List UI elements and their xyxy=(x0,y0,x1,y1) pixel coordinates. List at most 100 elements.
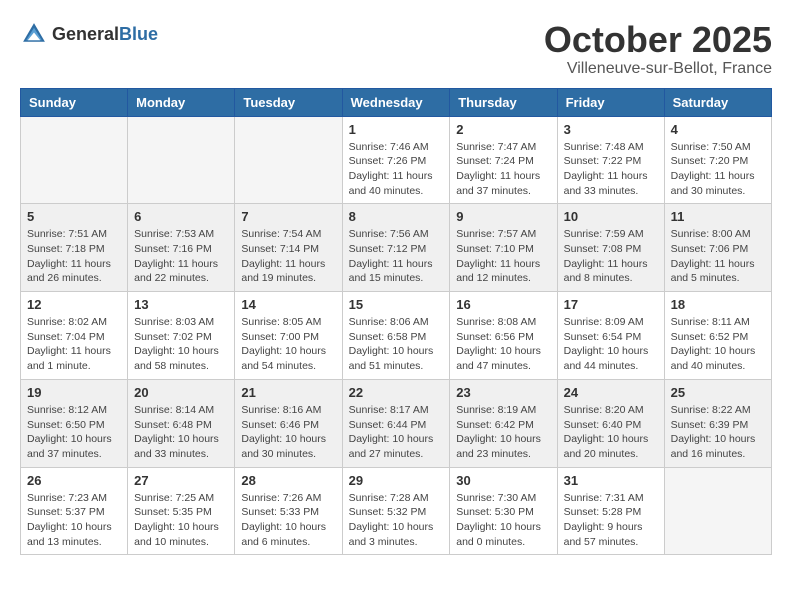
day-info: Sunrise: 7:48 AM Sunset: 7:22 PM Dayligh… xyxy=(564,140,658,199)
calendar-cell: 10 Sunrise: 7:59 AM Sunset: 7:08 PM Dayli… xyxy=(557,204,664,292)
day-info: Sunrise: 7:26 AM Sunset: 5:33 PM Dayligh… xyxy=(241,491,335,550)
calendar-cell xyxy=(21,116,128,204)
day-number: 11 xyxy=(671,209,765,224)
day-number: 26 xyxy=(27,473,121,488)
day-info: Sunrise: 7:31 AM Sunset: 5:28 PM Dayligh… xyxy=(564,491,658,550)
calendar-cell xyxy=(664,467,771,555)
day-info: Sunrise: 8:02 AM Sunset: 7:04 PM Dayligh… xyxy=(27,315,121,374)
month-title: October 2025 xyxy=(544,20,772,60)
day-info: Sunrise: 7:50 AM Sunset: 7:20 PM Dayligh… xyxy=(671,140,765,199)
calendar-cell: 26 Sunrise: 7:23 AM Sunset: 5:37 PM Dayli… xyxy=(21,467,128,555)
calendar-cell: 25 Sunrise: 8:22 AM Sunset: 6:39 PM Dayli… xyxy=(664,379,771,467)
day-info: Sunrise: 8:17 AM Sunset: 6:44 PM Dayligh… xyxy=(349,403,444,462)
day-info: Sunrise: 7:56 AM Sunset: 7:12 PM Dayligh… xyxy=(349,227,444,286)
calendar-cell: 16Sunrise: 8:08 AM Sunset: 6:56 PM Dayli… xyxy=(450,292,557,380)
title-section: October 2025 Villeneuve-sur-Bellot, Fran… xyxy=(544,20,772,78)
day-info: Sunrise: 8:19 AM Sunset: 6:42 PM Dayligh… xyxy=(456,403,550,462)
calendar-cell: 14 Sunrise: 8:05 AM Sunset: 7:00 PM Dayli… xyxy=(235,292,342,380)
day-info: Sunrise: 8:16 AM Sunset: 6:46 PM Dayligh… xyxy=(241,403,335,462)
day-info: Sunrise: 7:53 AM Sunset: 7:16 PM Dayligh… xyxy=(134,227,228,286)
calendar-cell: 31 Sunrise: 7:31 AM Sunset: 5:28 PM Dayli… xyxy=(557,467,664,555)
weekday-header-sunday: Sunday xyxy=(21,88,128,116)
day-number: 29 xyxy=(349,473,444,488)
day-info: Sunrise: 7:23 AM Sunset: 5:37 PM Dayligh… xyxy=(27,491,121,550)
calendar-cell: 21 Sunrise: 8:16 AM Sunset: 6:46 PM Dayli… xyxy=(235,379,342,467)
day-info: Sunrise: 8:11 AM Sunset: 6:52 PM Dayligh… xyxy=(671,315,765,374)
day-number: 14 xyxy=(241,297,335,312)
weekday-header-saturday: Saturday xyxy=(664,88,771,116)
day-number: 17 xyxy=(564,297,658,312)
day-info: Sunrise: 8:05 AM Sunset: 7:00 PM Dayligh… xyxy=(241,315,335,374)
weekday-header-tuesday: Tuesday xyxy=(235,88,342,116)
day-number: 3 xyxy=(564,122,658,137)
calendar-week-row: 26 Sunrise: 7:23 AM Sunset: 5:37 PM Dayli… xyxy=(21,467,772,555)
calendar-table: SundayMondayTuesdayWednesdayThursdayFrid… xyxy=(20,88,772,556)
day-number: 25 xyxy=(671,385,765,400)
calendar-cell: 28Sunrise: 7:26 AM Sunset: 5:33 PM Dayli… xyxy=(235,467,342,555)
calendar-cell: 18 Sunrise: 8:11 AM Sunset: 6:52 PM Dayli… xyxy=(664,292,771,380)
calendar-cell: 7 Sunrise: 7:54 AM Sunset: 7:14 PM Daylig… xyxy=(235,204,342,292)
calendar-cell: 6 Sunrise: 7:53 AM Sunset: 7:16 PM Daylig… xyxy=(128,204,235,292)
day-info: Sunrise: 8:20 AM Sunset: 6:40 PM Dayligh… xyxy=(564,403,658,462)
calendar-week-row: 19Sunrise: 8:12 AM Sunset: 6:50 PM Dayli… xyxy=(21,379,772,467)
calendar-cell: 23Sunrise: 8:19 AM Sunset: 6:42 PM Dayli… xyxy=(450,379,557,467)
day-number: 18 xyxy=(671,297,765,312)
calendar-cell: 29 Sunrise: 7:28 AM Sunset: 5:32 PM Dayli… xyxy=(342,467,450,555)
day-info: Sunrise: 7:47 AM Sunset: 7:24 PM Dayligh… xyxy=(456,140,550,199)
day-number: 30 xyxy=(456,473,550,488)
day-number: 4 xyxy=(671,122,765,137)
calendar-cell: 2 Sunrise: 7:47 AM Sunset: 7:24 PM Daylig… xyxy=(450,116,557,204)
day-info: Sunrise: 7:46 AM Sunset: 7:26 PM Dayligh… xyxy=(349,140,444,199)
calendar-cell: 9Sunrise: 7:57 AM Sunset: 7:10 PM Daylig… xyxy=(450,204,557,292)
calendar-cell: 17Sunrise: 8:09 AM Sunset: 6:54 PM Dayli… xyxy=(557,292,664,380)
day-number: 7 xyxy=(241,209,335,224)
day-info: Sunrise: 8:22 AM Sunset: 6:39 PM Dayligh… xyxy=(671,403,765,462)
day-number: 27 xyxy=(134,473,228,488)
calendar-cell: 15Sunrise: 8:06 AM Sunset: 6:58 PM Dayli… xyxy=(342,292,450,380)
calendar-cell xyxy=(235,116,342,204)
day-info: Sunrise: 7:25 AM Sunset: 5:35 PM Dayligh… xyxy=(134,491,228,550)
calendar-cell: 22Sunrise: 8:17 AM Sunset: 6:44 PM Dayli… xyxy=(342,379,450,467)
logo-text-general: General xyxy=(52,24,119,44)
calendar-cell: 3 Sunrise: 7:48 AM Sunset: 7:22 PM Daylig… xyxy=(557,116,664,204)
calendar-week-row: 1 Sunrise: 7:46 AM Sunset: 7:26 PM Daylig… xyxy=(21,116,772,204)
page-header: GeneralBlue October 2025 Villeneuve-sur-… xyxy=(20,20,772,78)
day-number: 15 xyxy=(349,297,444,312)
day-info: Sunrise: 7:54 AM Sunset: 7:14 PM Dayligh… xyxy=(241,227,335,286)
calendar-cell: 24Sunrise: 8:20 AM Sunset: 6:40 PM Dayli… xyxy=(557,379,664,467)
calendar-cell: 30Sunrise: 7:30 AM Sunset: 5:30 PM Dayli… xyxy=(450,467,557,555)
calendar-cell: 8 Sunrise: 7:56 AM Sunset: 7:12 PM Daylig… xyxy=(342,204,450,292)
logo-icon xyxy=(20,20,48,48)
day-number: 9 xyxy=(456,209,550,224)
weekday-header-wednesday: Wednesday xyxy=(342,88,450,116)
day-number: 2 xyxy=(456,122,550,137)
weekday-header-thursday: Thursday xyxy=(450,88,557,116)
calendar-week-row: 5Sunrise: 7:51 AM Sunset: 7:18 PM Daylig… xyxy=(21,204,772,292)
day-number: 20 xyxy=(134,385,228,400)
day-info: Sunrise: 8:00 AM Sunset: 7:06 PM Dayligh… xyxy=(671,227,765,286)
day-number: 8 xyxy=(349,209,444,224)
day-number: 1 xyxy=(349,122,444,137)
calendar-cell: 4 Sunrise: 7:50 AM Sunset: 7:20 PM Daylig… xyxy=(664,116,771,204)
calendar-cell: 12 Sunrise: 8:02 AM Sunset: 7:04 PM Dayli… xyxy=(21,292,128,380)
day-number: 6 xyxy=(134,209,228,224)
day-number: 12 xyxy=(27,297,121,312)
day-number: 21 xyxy=(241,385,335,400)
day-number: 10 xyxy=(564,209,658,224)
day-number: 13 xyxy=(134,297,228,312)
weekday-header-monday: Monday xyxy=(128,88,235,116)
day-info: Sunrise: 8:03 AM Sunset: 7:02 PM Dayligh… xyxy=(134,315,228,374)
calendar-cell: 20 Sunrise: 8:14 AM Sunset: 6:48 PM Dayli… xyxy=(128,379,235,467)
logo: GeneralBlue xyxy=(20,20,158,48)
day-info: Sunrise: 8:14 AM Sunset: 6:48 PM Dayligh… xyxy=(134,403,228,462)
day-info: Sunrise: 8:08 AM Sunset: 6:56 PM Dayligh… xyxy=(456,315,550,374)
day-number: 19 xyxy=(27,385,121,400)
logo-text-blue: Blue xyxy=(119,24,158,44)
day-number: 31 xyxy=(564,473,658,488)
location-title: Villeneuve-sur-Bellot, France xyxy=(544,60,772,78)
calendar-cell: 1 Sunrise: 7:46 AM Sunset: 7:26 PM Daylig… xyxy=(342,116,450,204)
calendar-cell xyxy=(128,116,235,204)
day-info: Sunrise: 7:59 AM Sunset: 7:08 PM Dayligh… xyxy=(564,227,658,286)
day-info: Sunrise: 7:28 AM Sunset: 5:32 PM Dayligh… xyxy=(349,491,444,550)
weekday-header-row: SundayMondayTuesdayWednesdayThursdayFrid… xyxy=(21,88,772,116)
